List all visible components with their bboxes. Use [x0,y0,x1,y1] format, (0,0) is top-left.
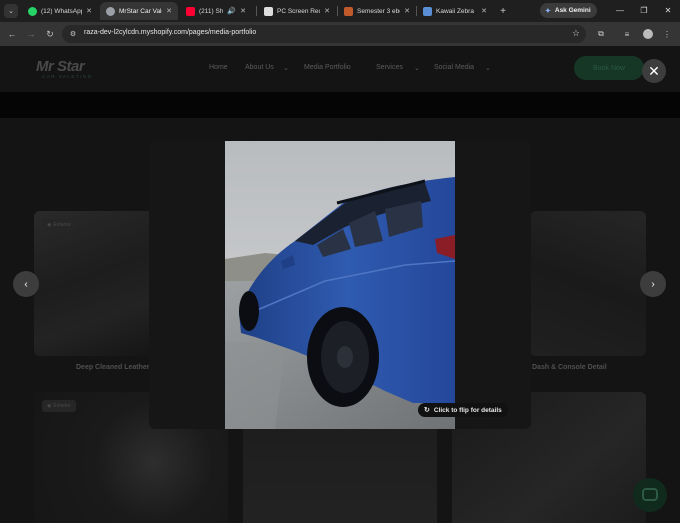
tab-whatsapp[interactable]: (12) WhatsApp ✕ [22,2,98,20]
chat-widget-button[interactable] [633,478,667,512]
card-caption: Deep Cleaned Leather [76,364,150,371]
next-arrow-button[interactable]: › [640,271,666,297]
portfolio-card[interactable]: ◉ Exterior [34,211,154,356]
chevron-down-icon: ⌄ [414,65,420,72]
address-bar[interactable]: ⚙ raza-dev-l2cylcdn.myshopify.com/pages/… [62,25,586,43]
profile-avatar-icon[interactable] [641,27,655,41]
nav-home[interactable]: Home [209,64,228,71]
document-icon [344,6,353,16]
web-page: Mr Star CAR VALETING Home About Us ⌄ Med… [0,46,680,523]
close-tab-icon[interactable]: ✕ [86,7,92,15]
close-tab-icon[interactable]: ✕ [324,7,330,15]
logo-text: Mr Star [36,58,85,75]
tab-screen-recorder[interactable]: PC Screen Recorder ✕ [258,2,336,20]
minimize-window-icon[interactable]: — [612,3,628,18]
restore-window-icon[interactable]: ❐ [636,3,652,18]
tab-title: (12) WhatsApp [41,7,83,15]
chevron-down-icon: ⌄ [485,65,491,72]
speaker-icon[interactable]: 🔊 [227,7,236,15]
chevron-down-icon: ⌄ [283,65,289,72]
close-tab-icon[interactable]: ✕ [166,7,172,15]
site-header: Mr Star CAR VALETING Home About Us ⌄ Med… [0,46,680,92]
bookmark-star-icon[interactable]: ☆ [572,28,580,39]
tab-mrstar[interactable]: MrStar Car Valeting ✕ [100,2,178,20]
tab-title: Semester 3 ebook [357,7,400,15]
camera-icon: ◉ [47,403,52,409]
flip-hint-button[interactable]: ↻ Click to flip for details [418,403,508,417]
lightbox-modal [149,141,531,429]
tab-title: Kawaii Zebra [436,7,474,15]
card-badge: ◉ Exterior [42,400,76,412]
close-window-icon[interactable]: ✕ [660,3,676,18]
close-tab-icon[interactable]: ✕ [481,7,487,15]
portfolio-card[interactable] [530,211,646,356]
ask-gemini-button[interactable]: ✦ Ask Gemini [540,3,597,18]
browser-toolbar: ← → ↻ ⚙ raza-dev-l2cylcdn.myshopify.com/… [0,22,680,46]
extensions-icon[interactable]: ⧉ [594,27,608,41]
tab-semester[interactable]: Semester 3 ebook ✕ [338,2,416,20]
menu-kebab-icon[interactable]: ⋮ [660,27,674,41]
chat-icon [642,488,658,501]
camera-icon: ◉ [47,222,52,228]
browser-tab-strip: ⌄ (12) WhatsApp ✕ MrStar Car Valeting ✕ … [0,0,680,22]
page-banner-strip [0,92,680,118]
card-badge: ◉ Exterior [42,219,76,231]
youtube-icon [186,6,195,16]
media-cast-icon[interactable]: ≡ [620,27,634,41]
new-tab-button[interactable]: + [496,3,510,19]
card-photo [530,211,646,356]
reload-icon[interactable]: ↻ [43,26,57,42]
tab-youtube-shorts[interactable]: (211) Shorts 🔊 ✕ [180,2,252,20]
close-tab-icon[interactable]: ✕ [240,7,246,15]
lightbox-close-button[interactable]: ✕ [642,59,666,83]
site-favicon-icon [106,6,115,16]
card-caption: Dash & Console Detail [532,364,607,371]
tab-kawaii-zebra[interactable]: Kawaii Zebra ✕ [417,2,493,20]
tab-title: MrStar Car Valeting [119,7,162,15]
lightbox-car-photo[interactable] [225,141,455,429]
nav-services[interactable]: Services [376,64,403,71]
tab-search-button[interactable]: ⌄ [4,4,18,18]
forward-arrow-icon[interactable]: → [24,26,38,42]
tab-title: (211) Shorts [199,7,224,15]
nav-media-portfolio[interactable]: Media Portfolio [304,64,351,71]
recorder-icon [264,6,273,16]
previous-arrow-button[interactable]: ‹ [13,271,39,297]
gemini-icon: ✦ [545,7,551,15]
book-now-button[interactable]: Book Now [574,56,644,80]
site-logo[interactable]: Mr Star CAR VALETING [36,58,93,79]
back-arrow-icon[interactable]: ← [5,26,19,42]
flip-hint-label: Click to flip for details [433,406,502,414]
nav-social-media[interactable]: Social Media [434,64,474,71]
close-tab-icon[interactable]: ✕ [404,7,410,15]
logo-subtext: CAR VALETING [42,74,93,79]
whatsapp-icon [28,6,37,16]
ask-gemini-label: Ask Gemini [554,7,591,14]
blue-car-image [225,141,455,429]
flip-rotate-icon: ↻ [424,407,430,414]
url-text[interactable]: raza-dev-l2cylcdn.myshopify.com/pages/me… [84,29,256,36]
tab-separator [256,6,257,16]
tab-title: PC Screen Recorder [277,7,320,15]
zebra-icon [423,6,432,16]
site-info-icon[interactable]: ⚙ [68,29,78,39]
card-photo [34,211,154,356]
nav-about-us[interactable]: About Us [245,64,274,71]
